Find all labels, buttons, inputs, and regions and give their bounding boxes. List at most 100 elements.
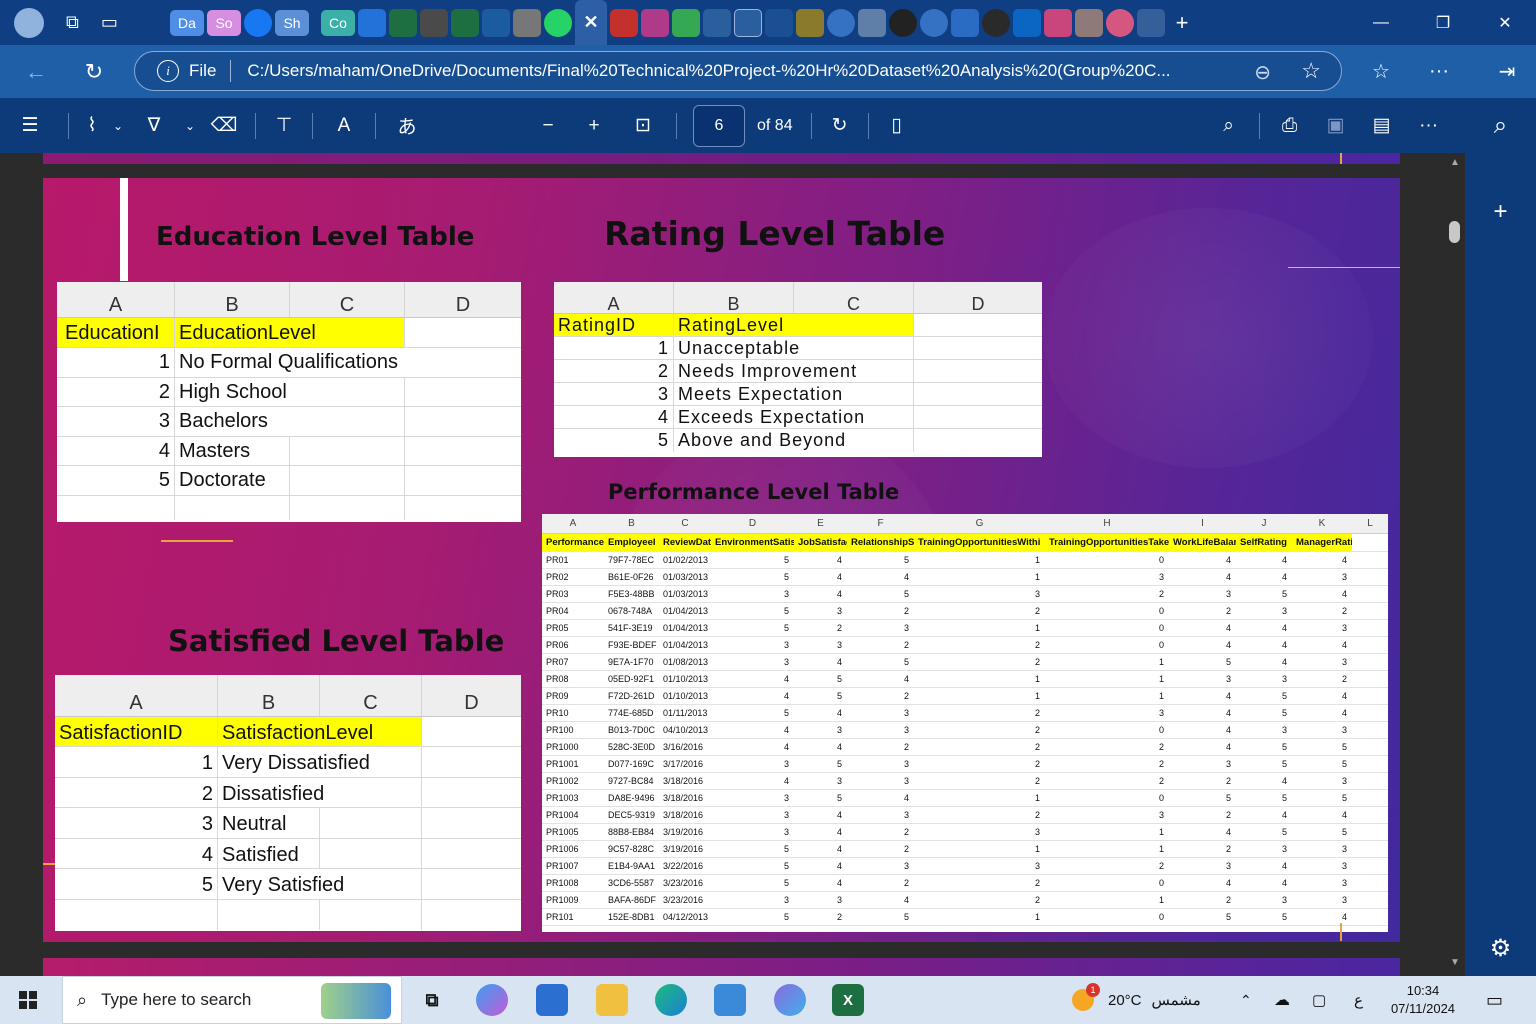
tab-actions-icon[interactable]: ▭ [101,12,118,33]
cloud-icon[interactable]: ☁ [1274,976,1290,1024]
clock[interactable]: 10:34 07/11/2024 [1388,976,1458,1024]
copilot-icon[interactable] [476,984,508,1016]
address-bar[interactable]: i File C:/Users/maham/OneDrive/Documents… [134,51,1342,91]
tab-active-close-icon[interactable]: ✕ [575,0,607,45]
tab-media-icon[interactable] [641,8,669,37]
pdf-viewer[interactable]: Education Level Table Rating Level Table… [0,153,1465,976]
language-indicator[interactable]: ع [1354,976,1363,1024]
tab-doc-icon[interactable] [734,8,762,37]
sidebar-search-icon[interactable]: ⌕ [1465,112,1536,140]
tab-sh[interactable]: Sh [275,9,309,36]
favorite-star-icon[interactable]: ☆ [1301,58,1321,84]
tab-circle-icon[interactable] [827,8,855,37]
table-cell: 4 [836,572,842,582]
translate-icon[interactable]: あ [384,98,430,153]
tab-5-icon[interactable] [796,8,824,37]
contents-icon[interactable]: ☰ [0,98,60,153]
table-cell: 3/18/2016 [663,776,704,786]
draw-icon[interactable]: ∇ [129,98,179,153]
rotate-icon[interactable]: ↻ [820,98,860,153]
profile-icon[interactable] [14,7,44,38]
scrollbar[interactable]: ▲ ▼ [1445,153,1465,976]
tab-profile-icon[interactable] [513,8,541,37]
chevron-down-icon[interactable]: ⌄ [107,98,129,153]
page-number-input[interactable]: 6 [693,104,745,147]
zoom-out-icon[interactable]: − [526,98,570,153]
search-icon[interactable]: ⌕ [1207,98,1251,153]
eraser-icon[interactable]: ⌫ [201,98,247,153]
network-icon[interactable]: ▢ [1312,976,1326,1024]
sidebar-toggle-icon[interactable]: ⇥ [1478,59,1536,84]
tab-spark-icon[interactable] [1075,8,1103,37]
tab-g-icon[interactable] [420,8,448,37]
scroll-up-icon[interactable]: ▲ [1450,157,1460,168]
tab-upwork-icon[interactable] [889,8,917,37]
notification-icon[interactable]: ▭ [1486,976,1503,1024]
more-options-icon[interactable]: ··· [1404,98,1454,153]
mail-icon[interactable] [714,984,746,1016]
tab-copilot-icon[interactable] [1106,8,1134,37]
table-cell: 3 [783,827,789,837]
chevron-up-icon[interactable]: ⌃ [1240,976,1252,1024]
new-tab-icon[interactable]: + [1168,9,1196,37]
taskbar-search-box[interactable]: ⌕ Type here to search [62,976,402,1024]
tab-person-icon[interactable] [1137,8,1165,37]
back-icon[interactable]: ← [14,50,58,94]
sidebar-add-icon[interactable]: + [1465,198,1536,226]
tab-facebook-icon[interactable] [244,8,272,37]
tab-camera-icon[interactable] [858,8,886,37]
weather-widget[interactable]: 1 20°C مشمس [1072,976,1201,1024]
scrollbar-thumb[interactable] [1449,221,1460,243]
windows-start-icon[interactable] [0,976,56,1024]
tab-shield-icon[interactable] [703,8,731,37]
tab-co[interactable]: Co [321,9,355,36]
favorites-icon[interactable]: ☆ [1352,59,1410,84]
tab-circle2-icon[interactable] [920,8,948,37]
tab-whatsapp-icon[interactable] [544,8,572,37]
chevron-down-icon[interactable]: ⌄ [179,98,201,153]
fit-page-icon[interactable]: ⊡ [618,98,668,153]
save-as-icon[interactable]: ▤ [1360,98,1404,153]
col-header: C [290,282,405,317]
zoom-in-icon[interactable]: + [570,98,618,153]
workspaces-icon[interactable]: ⧉ [66,12,79,33]
tab-so[interactable]: So [207,9,241,36]
info-icon[interactable]: i [157,60,179,82]
tab-da[interactable]: Da [170,9,204,36]
table-cell: 1 [1158,674,1164,684]
close-window-icon[interactable]: ✕ [1474,0,1536,45]
print-icon[interactable]: ⎙ [1268,98,1312,153]
tab-k-icon[interactable] [765,8,793,37]
url-text[interactable]: C:/Users/maham/OneDrive/Documents/Final%… [247,61,1217,81]
tab-linkedin-icon[interactable] [1013,8,1041,37]
scroll-down-icon[interactable]: ▼ [1450,957,1460,968]
store-icon[interactable] [536,984,568,1016]
tab-pink-icon[interactable] [1044,8,1072,37]
page-view-icon[interactable]: ▯ [877,98,917,153]
text-box-icon[interactable]: ⊤ [264,98,304,153]
photos-icon[interactable] [774,984,806,1016]
tab-drive-icon[interactable] [672,8,700,37]
minimize-icon[interactable]: — [1350,0,1412,45]
sidebar-settings-icon[interactable]: ⚙ [1465,934,1536,963]
maximize-icon[interactable]: ❐ [1412,0,1474,45]
tab-youtube-icon[interactable] [610,8,638,37]
more-menu-icon[interactable]: ··· [1410,60,1468,83]
tab-search-icon[interactable] [482,8,510,37]
excel-icon[interactable]: X [832,984,864,1016]
zoom-icon[interactable]: ⊖ [1254,60,1271,85]
tab-excel-icon[interactable] [389,8,417,37]
highlight-icon[interactable]: ⌇ [77,98,107,153]
file-explorer-icon[interactable] [596,984,628,1016]
edge-icon[interactable] [655,984,687,1016]
tab-bird-icon[interactable] [951,8,979,37]
refresh-icon[interactable]: ↻ [72,50,116,94]
task-view-icon[interactable]: ⧉ [416,984,448,1016]
gold-accent [1340,153,1342,164]
tab-outlook-icon[interactable] [358,8,386,37]
table-cell [1352,637,1388,653]
read-aloud-icon[interactable]: A [321,98,367,153]
tab-github-icon[interactable] [982,8,1010,37]
save-icon[interactable]: ▣ [1312,98,1360,153]
tab-excel2-icon[interactable] [451,8,479,37]
